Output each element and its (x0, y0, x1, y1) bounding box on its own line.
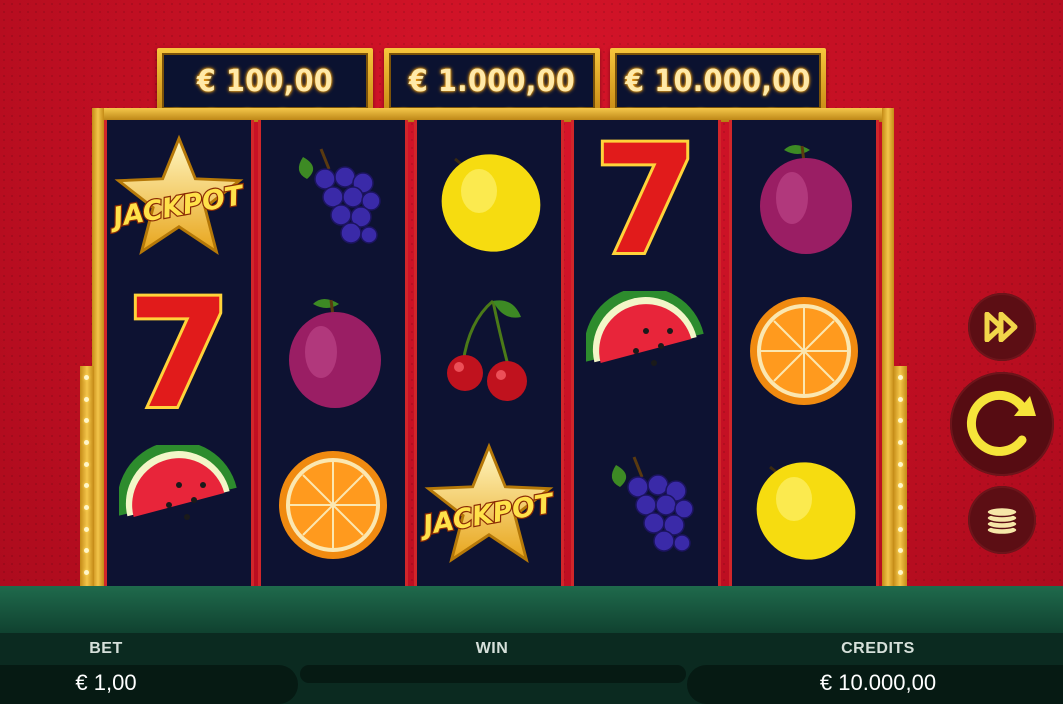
plum-icon (261, 274, 405, 428)
side-lights-right (898, 375, 903, 575)
spin-icon (966, 390, 1036, 456)
fast-forward-icon (984, 312, 1018, 342)
svg-text:7: 7 (594, 132, 698, 262)
reel-3: JACKPOT (414, 120, 564, 586)
jackpot-value: € 10.000,00 (615, 53, 821, 109)
lemon-icon (417, 120, 561, 274)
spin-button[interactable] (950, 372, 1054, 476)
bet-value[interactable]: € 1,00 (46, 670, 166, 696)
grapes-icon (261, 120, 405, 274)
watermelon-icon (574, 274, 718, 428)
jackpot-box-3: € 10.000,00 (610, 48, 826, 121)
win-pill (300, 665, 686, 683)
credits-value: € 10.000,00 (819, 670, 937, 695)
cherries-icon (417, 274, 561, 428)
credits-label: CREDITS (841, 640, 915, 657)
jackpot-value: € 1.000,00 (389, 53, 595, 109)
watermelon-icon (107, 428, 251, 582)
jackpot-box-2: € 1.000,00 (384, 48, 600, 121)
jackpot-star-icon: JACKPOT (107, 120, 251, 274)
seven-icon: 7 (107, 274, 251, 428)
jackpot-box-1: € 100,00 (157, 48, 373, 121)
bet-coins-button[interactable] (968, 486, 1036, 554)
lemon-icon (732, 428, 876, 582)
reel-2 (258, 120, 408, 586)
win-label: WIN (475, 640, 509, 657)
turbo-button[interactable] (968, 293, 1036, 361)
svg-text:7: 7 (127, 286, 231, 416)
plum-icon (732, 120, 876, 274)
side-lights-left (84, 375, 89, 575)
table-floor (0, 586, 1063, 636)
orange-icon (261, 428, 405, 582)
jackpot-value: € 100,00 (162, 53, 368, 109)
reel-5 (729, 120, 879, 586)
reel-1: JACKPOT 7 (104, 120, 254, 586)
bet-label: BET (89, 640, 123, 657)
orange-icon (732, 274, 876, 428)
jackpot-star-icon: JACKPOT (417, 428, 561, 582)
coins-icon (986, 506, 1018, 536)
seven-icon: 7 (574, 120, 718, 274)
grapes-icon (574, 428, 718, 582)
reel-4: 7 (571, 120, 721, 586)
